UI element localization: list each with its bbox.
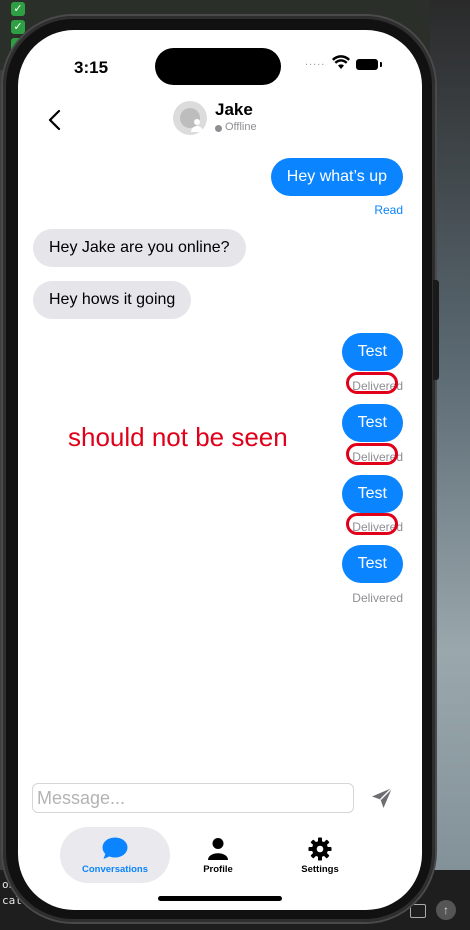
read-receipt: Read	[374, 203, 403, 217]
offline-dot-icon	[215, 125, 222, 132]
avatar[interactable]	[173, 101, 207, 135]
annotation-circle	[346, 443, 398, 465]
back-button[interactable]	[44, 107, 68, 133]
send-button[interactable]	[370, 786, 394, 810]
background-wallpaper	[430, 0, 470, 930]
person-icon	[208, 838, 228, 860]
battery-icon	[356, 59, 382, 70]
contact-name: Jake	[215, 100, 253, 119]
tab-label: Settings	[301, 864, 339, 875]
phone-screen: 3:15 ..... Jake Offline Hey what’s up Re…	[18, 30, 422, 910]
home-indicator[interactable]	[158, 896, 282, 901]
tab-settings[interactable]: Settings	[282, 827, 358, 883]
tab-label: Profile	[203, 864, 233, 875]
phone-side-button	[433, 280, 439, 380]
message-bubble-outgoing[interactable]: Hey what’s up	[270, 158, 403, 196]
tab-profile[interactable]: Profile	[183, 827, 253, 883]
wifi-icon	[332, 55, 350, 69]
tab-conversations[interactable]: Conversations	[60, 827, 170, 883]
chat-bubble-icon	[102, 837, 128, 859]
message-bubble-incoming[interactable]: Hey hows it going	[33, 281, 192, 319]
message-bubble-outgoing[interactable]: Test	[341, 333, 403, 371]
contact-status: Offline	[225, 121, 257, 133]
checkbox-icon: ✓	[11, 2, 25, 16]
gear-icon	[308, 837, 332, 861]
message-bubble-outgoing[interactable]: Test	[341, 475, 403, 513]
cellular-signal-icon: .....	[305, 56, 326, 68]
checkbox-icon: ✓	[11, 20, 25, 34]
arrow-up-icon: ↑	[436, 900, 456, 920]
dynamic-island	[155, 48, 281, 85]
message-input[interactable]	[32, 783, 354, 813]
status-time: 3:15	[74, 58, 109, 77]
tab-label: Conversations	[82, 864, 148, 875]
delivered-receipt: Delivered	[352, 591, 403, 605]
annotation-text: should not be seen	[68, 422, 288, 452]
person-icon	[180, 108, 203, 132]
annotation-circle	[346, 372, 398, 394]
annotation-circle	[346, 513, 398, 535]
message-bubble-outgoing[interactable]: Test	[341, 404, 403, 442]
message-bubble-outgoing[interactable]: Test	[341, 545, 403, 583]
message-bubble-incoming[interactable]: Hey Jake are you online?	[33, 229, 246, 267]
image-icon	[410, 904, 426, 918]
background-toolbar: ↑	[410, 900, 460, 922]
